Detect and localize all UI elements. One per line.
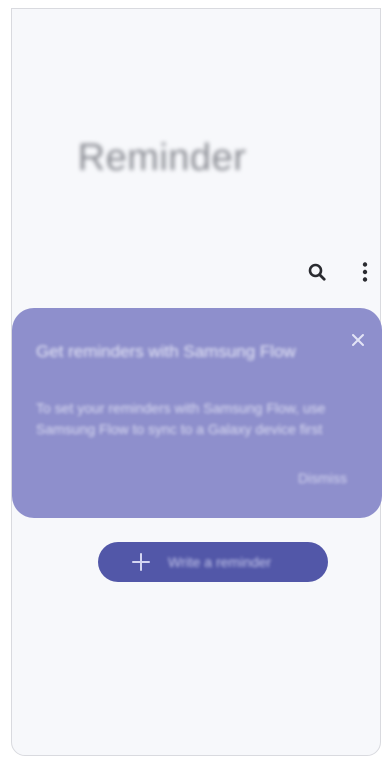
more-options-button[interactable] <box>350 257 380 287</box>
more-options-icon <box>362 262 368 282</box>
card-body-text: To set your reminders with Samsung Flow,… <box>36 400 326 437</box>
search-button[interactable] <box>302 257 332 287</box>
samsung-flow-promo-card: Get reminders with Samsung Flow To set y… <box>12 308 382 518</box>
app-title: Reminder <box>77 137 247 179</box>
card-close-button[interactable] <box>346 328 370 352</box>
write-reminder-button[interactable]: Write a reminder <box>98 542 328 582</box>
close-icon <box>352 334 364 346</box>
card-heading: Get reminders with Samsung Flow <box>36 342 296 361</box>
card-dismiss-button[interactable]: Dismiss <box>298 470 347 486</box>
plus-icon <box>132 553 150 571</box>
write-reminder-label: Write a reminder <box>168 554 272 570</box>
search-icon <box>308 263 326 281</box>
